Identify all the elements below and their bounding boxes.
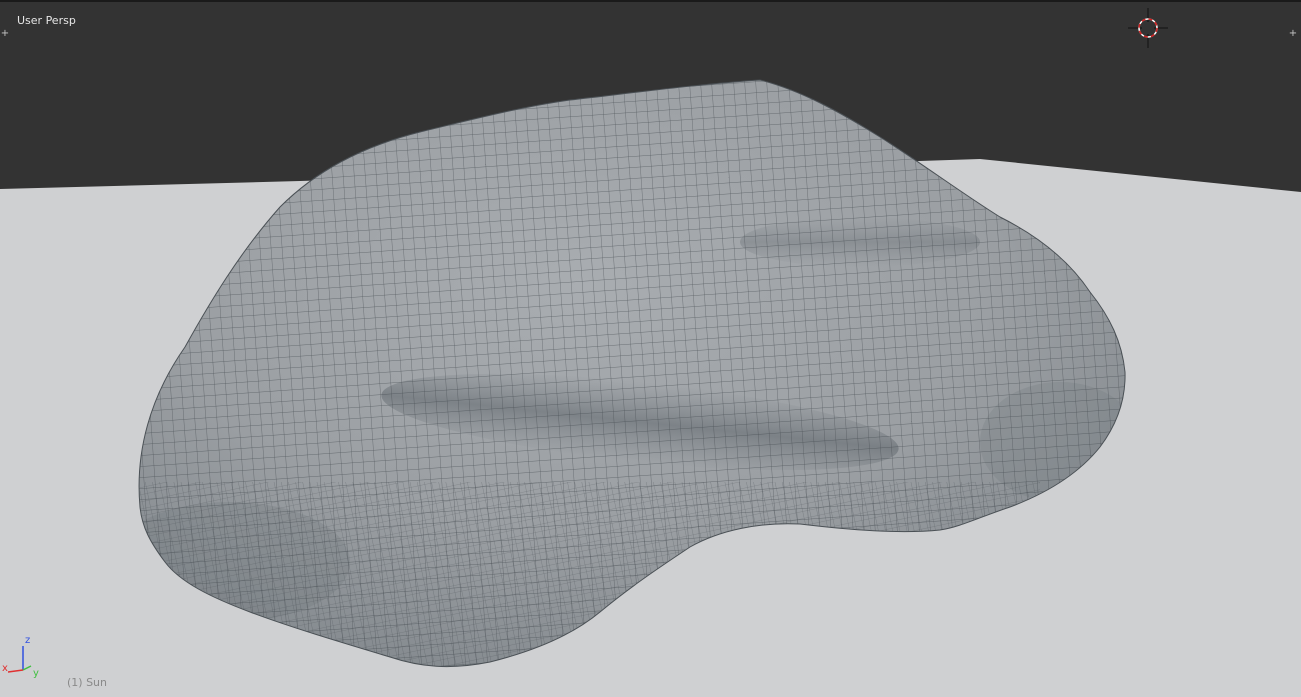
active-object-label: (1) Sun — [67, 676, 108, 689]
split-area-plus-icon[interactable]: + — [0, 29, 10, 39]
z-axis-label: z — [25, 635, 31, 646]
viewport-scene[interactable] — [0, 2, 1301, 697]
view-mode-label: User Persp — [17, 14, 76, 27]
3d-viewport[interactable]: User Persp + + z x y (1) Sun — [0, 0, 1301, 697]
axis-gizmo: z x y — [0, 632, 50, 682]
y-axis-label: y — [33, 668, 39, 679]
x-axis-label: x — [2, 663, 8, 674]
3d-cursor-icon[interactable] — [1128, 8, 1168, 48]
split-area-plus-icon-right[interactable]: + — [1288, 29, 1298, 39]
